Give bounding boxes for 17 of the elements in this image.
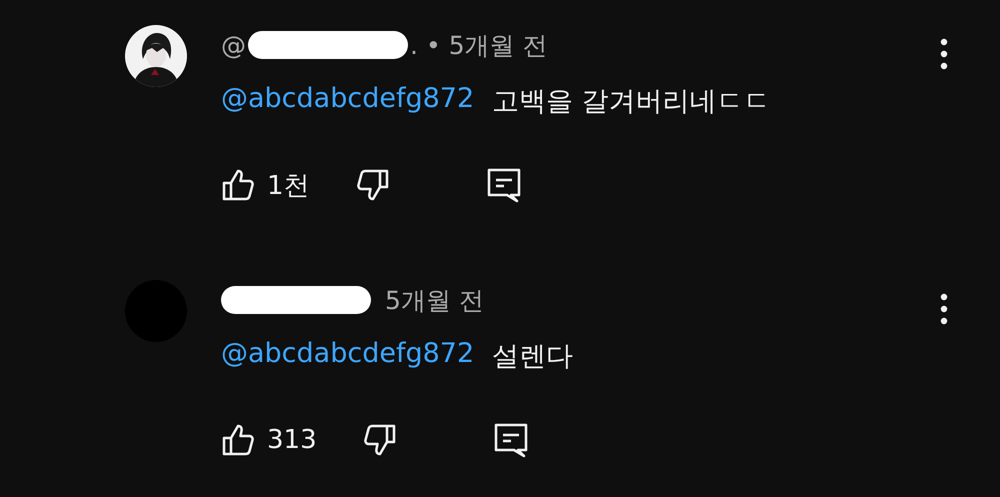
- mention-link[interactable]: @abcdabcdefg872: [221, 83, 474, 119]
- timestamp: 5개월 전: [385, 284, 484, 316]
- reply-button[interactable]: [486, 167, 522, 203]
- comment-text: 고백을 갈겨버리네ㄷㄷ: [492, 85, 771, 119]
- comment-icon: [492, 422, 529, 458]
- like-button[interactable]: 313: [221, 422, 317, 458]
- mention-link[interactable]: @abcdabcdefg872: [221, 338, 474, 374]
- like-button[interactable]: 1천: [221, 167, 310, 203]
- thumbs-up-icon: [221, 422, 257, 458]
- reply-button[interactable]: [492, 422, 529, 458]
- separator: •: [426, 30, 441, 60]
- thumbs-up-icon: [221, 167, 257, 203]
- timestamp: 5개월 전: [448, 30, 548, 62]
- author-handle[interactable]: @: [221, 30, 246, 60]
- comment-text: 설렌다: [492, 340, 574, 374]
- author-handle[interactable]: .: [410, 30, 418, 60]
- comment-icon: [486, 167, 522, 203]
